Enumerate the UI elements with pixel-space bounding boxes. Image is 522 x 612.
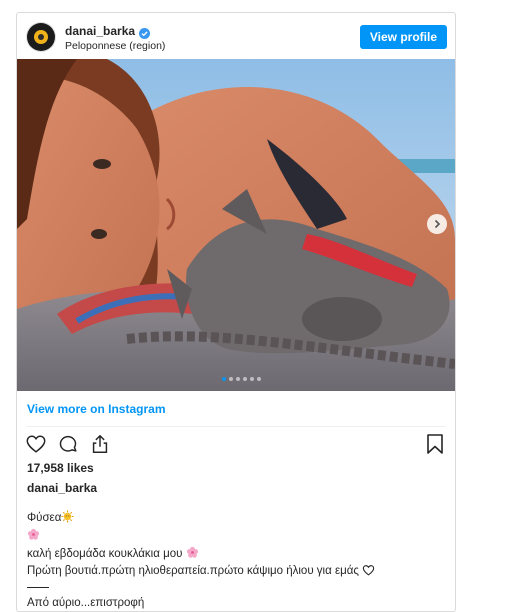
caption-line [27, 528, 447, 546]
username[interactable]: danai_barka [65, 24, 135, 38]
caption-line: Από αύριο...επιστροφή [27, 597, 145, 609]
caption-line: Φύσεα [27, 510, 447, 528]
post-header: danai_barka Peloponnese (region) View pr… [17, 13, 455, 59]
carousel-dot [243, 377, 247, 381]
cherry-blossom-emoji-icon [186, 546, 199, 564]
verified-badge-icon [139, 26, 151, 39]
bookmark-icon[interactable] [425, 433, 445, 460]
like-count[interactable]: 17,958 likes [27, 461, 94, 475]
cherry-blossom-emoji-icon [27, 528, 40, 546]
chevron-right-icon [434, 219, 441, 229]
carousel-dot [236, 377, 240, 381]
caption-line: καλή εβδομάδα κουκλάκια μου [27, 546, 447, 564]
instagram-embed-card: danai_barka Peloponnese (region) View pr… [16, 12, 456, 612]
comment-bubble-icon[interactable] [57, 433, 79, 460]
white-heart-emoji-icon [362, 564, 375, 581]
action-bar [25, 433, 111, 460]
caption-line [27, 581, 447, 596]
caption-rule [27, 587, 49, 589]
carousel-dots [222, 377, 261, 381]
caption-username[interactable]: danai_barka [27, 481, 97, 495]
view-more-link[interactable]: View more on Instagram [27, 402, 166, 416]
carousel-dot [222, 377, 226, 381]
sun-emoji-icon [61, 510, 74, 528]
post-location[interactable]: Peloponnese (region) [65, 40, 165, 52]
post-photo[interactable] [17, 59, 455, 391]
carousel-dot [229, 377, 233, 381]
username-row: danai_barka [65, 24, 151, 39]
caption-text: Φύσεα καλή εβδομάδα κουκλάκια μου Πρώτη … [27, 510, 447, 611]
view-profile-button[interactable]: View profile [359, 25, 447, 49]
heart-outline-icon[interactable] [25, 433, 47, 460]
share-icon[interactable] [89, 433, 111, 460]
caption-line: Πρώτη βουτιά.πρώτη ηλιοθεραπεία.πρώτο κά… [27, 564, 447, 581]
divider [27, 426, 445, 427]
next-photo-button[interactable] [427, 214, 447, 234]
avatar[interactable] [27, 23, 55, 51]
carousel-dot [250, 377, 254, 381]
carousel-dot [257, 377, 261, 381]
